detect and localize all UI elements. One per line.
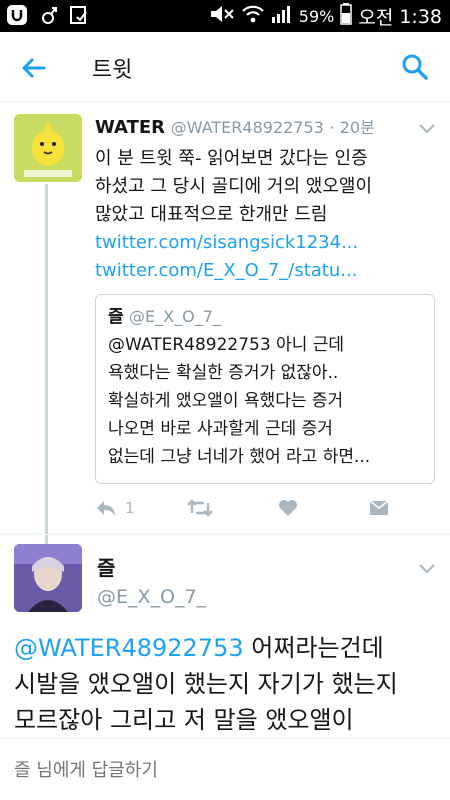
user-handle[interactable]: @WATER48922753 <box>171 118 324 137</box>
female-icon <box>37 4 59 26</box>
tweet-text-line: 많았고 대표적으로 한개만 드림 <box>95 204 328 225</box>
reply-bar <box>0 738 450 800</box>
tweet-text: 어쩌라는건데 <box>243 634 384 662</box>
reply-button[interactable]: 1 <box>95 494 135 522</box>
dm-button[interactable] <box>369 494 389 522</box>
status-time: 1:38 <box>399 5 442 28</box>
u-app-icon <box>6 4 28 26</box>
avatar-image <box>14 114 82 182</box>
tweet-time: · 20분 <box>329 118 375 137</box>
chevron-down-icon <box>419 124 435 134</box>
quote-line: 나오면 바로 사과할게 근데 증거 <box>108 419 333 439</box>
wifi-icon <box>241 4 265 29</box>
tweet-text-line: 하셨고 그 당시 골디에 거의 앴오앨이 <box>95 176 373 197</box>
app-bar: 트윗 <box>0 32 450 102</box>
avatar[interactable] <box>14 114 82 182</box>
time-prefix: 오전 <box>358 7 394 29</box>
avatar[interactable] <box>14 544 82 612</box>
status-left-icons <box>6 4 90 26</box>
thread-connector <box>45 184 48 544</box>
tweet-text-line: 이 분 트윗 쭉- 읽어보면 갔다는 인증 <box>95 148 368 169</box>
retweet-button[interactable] <box>187 494 213 522</box>
tweet-header: WATER @WATER48922753 · 20분 <box>95 114 375 138</box>
box-check-icon <box>68 4 90 26</box>
quoted-user-handle: @E_X_O_7_ <box>129 307 221 326</box>
battery-percent: 59% <box>298 7 335 26</box>
signal-icon <box>271 4 293 29</box>
back-button[interactable] <box>18 52 50 84</box>
tweet-link[interactable]: twitter.com/sisangsick1234... <box>95 229 435 257</box>
heart-icon <box>279 500 297 516</box>
status-bar: 59% 오전 1:38 <box>0 0 450 32</box>
quote-line: 확실하게 앴오앨이 욕했다는 증거 <box>108 391 344 411</box>
tweet-body: 이 분 트윗 쭉- 읽어보면 갔다는 인증 하셨고 그 당시 골디에 거의 앴오… <box>95 145 435 285</box>
quote-line: 없는데 그냥 너네가 했어 라고 하면... <box>108 447 371 467</box>
quoted-tweet[interactable]: 즐 @E_X_O_7_ @WATER48922753 아니 근데 욕했다는 확실… <box>95 294 435 484</box>
status-right: 59% 오전 1:38 <box>209 3 442 30</box>
quoted-user-name: 즐 <box>108 307 124 327</box>
tweet-text-line: 모르잖아 그리고 저 말을 앴오앨이 <box>14 706 354 734</box>
search-button[interactable] <box>400 52 430 82</box>
user-handle[interactable]: @E_X_O_7_ <box>97 586 206 608</box>
quoted-tweet-text: @WATER48922753 아니 근데 욕했다는 확실한 증거가 없잖아.. … <box>108 331 422 471</box>
arrow-left-icon <box>22 58 46 78</box>
battery-icon <box>340 3 353 30</box>
quote-line: 욕했다는 확실한 증거가 없잖아.. <box>108 363 339 383</box>
divider <box>0 534 450 535</box>
tweet-actions: 1 <box>95 494 395 522</box>
quote-line: @WATER48922753 아니 근데 <box>108 335 345 355</box>
page-title: 트윗 <box>92 58 133 83</box>
chevron-down-icon <box>419 564 435 574</box>
mention-link[interactable]: @WATER48922753 <box>14 634 244 662</box>
retweet-icon <box>187 499 213 517</box>
tweet-menu-button[interactable] <box>418 560 436 574</box>
reply-count: 1 <box>125 499 135 517</box>
search-icon <box>402 54 428 80</box>
quoted-tweet-header: 즐 @E_X_O_7_ <box>108 305 422 329</box>
user-name[interactable]: WATER <box>95 117 165 138</box>
reply-icon <box>97 501 115 516</box>
mute-icon <box>209 4 235 29</box>
user-name[interactable]: 즐 <box>97 552 115 581</box>
tweet-menu-button[interactable] <box>418 120 436 134</box>
tweet-link[interactable]: twitter.com/E_X_O_7_/statu... <box>95 257 435 285</box>
tweet-text-line: @WATER48922753 어쩌라는건데 <box>14 630 439 666</box>
envelope-icon <box>369 500 389 515</box>
tweet-body: @WATER48922753 어쩌라는건데 시발을 앴오앨이 했는지 자기가 했… <box>14 630 439 738</box>
tweet-text-line: 시발을 앴오앨이 했는지 자기가 했는지 <box>14 670 398 698</box>
reply-input[interactable] <box>14 755 434 785</box>
like-button[interactable] <box>278 494 298 522</box>
avatar-image <box>14 544 82 612</box>
